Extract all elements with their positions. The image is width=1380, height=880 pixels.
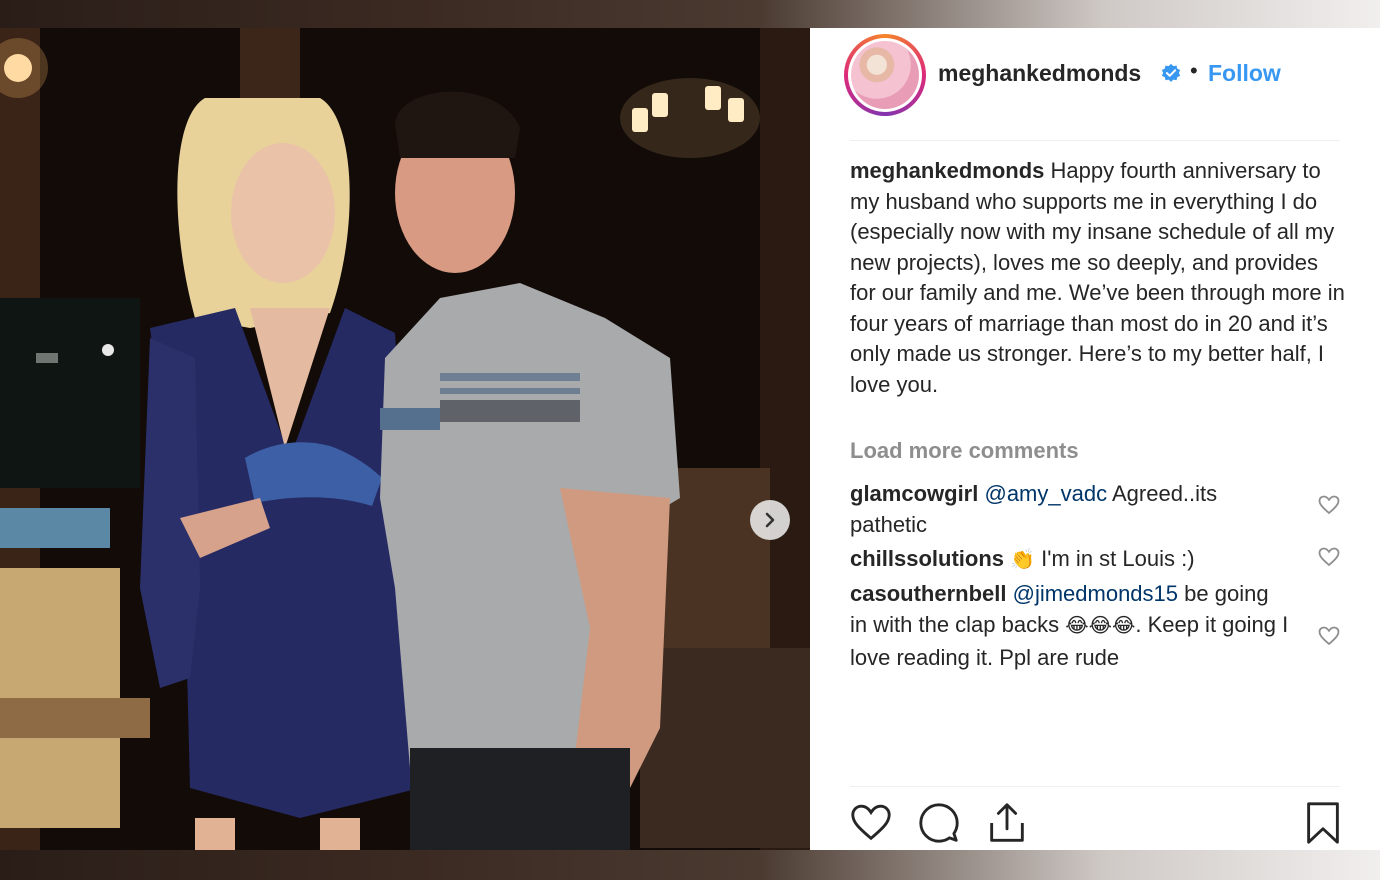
bookmark-icon[interactable] — [1300, 800, 1346, 846]
comment-text: I'm in st Louis :) — [1035, 546, 1195, 571]
caption-username[interactable]: meghankedmonds — [850, 158, 1044, 183]
caption-text: Happy fourth anniversary to my husband w… — [850, 158, 1345, 397]
top-backdrop-band — [0, 0, 1380, 28]
post-photo[interactable] — [0, 28, 810, 850]
chevron-right-icon — [765, 512, 775, 528]
header-username[interactable]: meghankedmonds — [938, 60, 1141, 87]
comment-mention[interactable]: @jimedmonds15 — [1013, 581, 1178, 606]
actions-divider — [850, 786, 1340, 787]
comment-like-heart-icon[interactable] — [1317, 493, 1341, 517]
comment-like-heart-icon[interactable] — [1317, 624, 1341, 648]
comment-item: casouthernbell @jimedmonds15 be going in… — [850, 578, 1290, 673]
photo-scene — [0, 28, 810, 850]
separator-dot: • — [1190, 58, 1198, 83]
clapping-hands-emoji: 👏 — [1010, 549, 1036, 571]
header-divider — [850, 140, 1340, 141]
comment-mention[interactable]: @amy_vadc — [984, 481, 1107, 506]
comment-item: chillssolutions 👏 I'm in st Louis :) — [850, 543, 1290, 576]
comment-item: glamcowgirl @amy_vadc Agreed..its pathet… — [850, 478, 1290, 540]
comment-username[interactable]: casouthernbell — [850, 581, 1006, 606]
bottom-backdrop-band — [0, 850, 1380, 880]
follow-button[interactable]: Follow — [1208, 60, 1281, 87]
avatar-border — [848, 38, 922, 112]
load-more-comments-link[interactable]: Load more comments — [850, 438, 1079, 464]
post-header: meghankedmonds • Follow — [810, 28, 1380, 140]
share-icon[interactable] — [984, 800, 1030, 846]
comment-icon[interactable] — [916, 800, 962, 846]
verified-badge-icon — [1161, 63, 1181, 82]
avatar-image — [851, 41, 919, 109]
laughing-emoji: 😂😂😂 — [1065, 615, 1136, 637]
comment-username[interactable]: glamcowgirl — [850, 481, 978, 506]
comment-username[interactable]: chillssolutions — [850, 546, 1004, 571]
caption: meghankedmonds Happy fourth anniversary … — [850, 156, 1350, 400]
post-sidebar: meghankedmonds • Follow meghankedmonds H… — [810, 28, 1380, 850]
comment-like-heart-icon[interactable] — [1317, 545, 1341, 569]
next-photo-button[interactable] — [750, 500, 790, 540]
caption-text-block: meghankedmonds Happy fourth anniversary … — [850, 156, 1345, 400]
avatar[interactable] — [844, 34, 926, 116]
heart-icon[interactable] — [848, 800, 894, 846]
